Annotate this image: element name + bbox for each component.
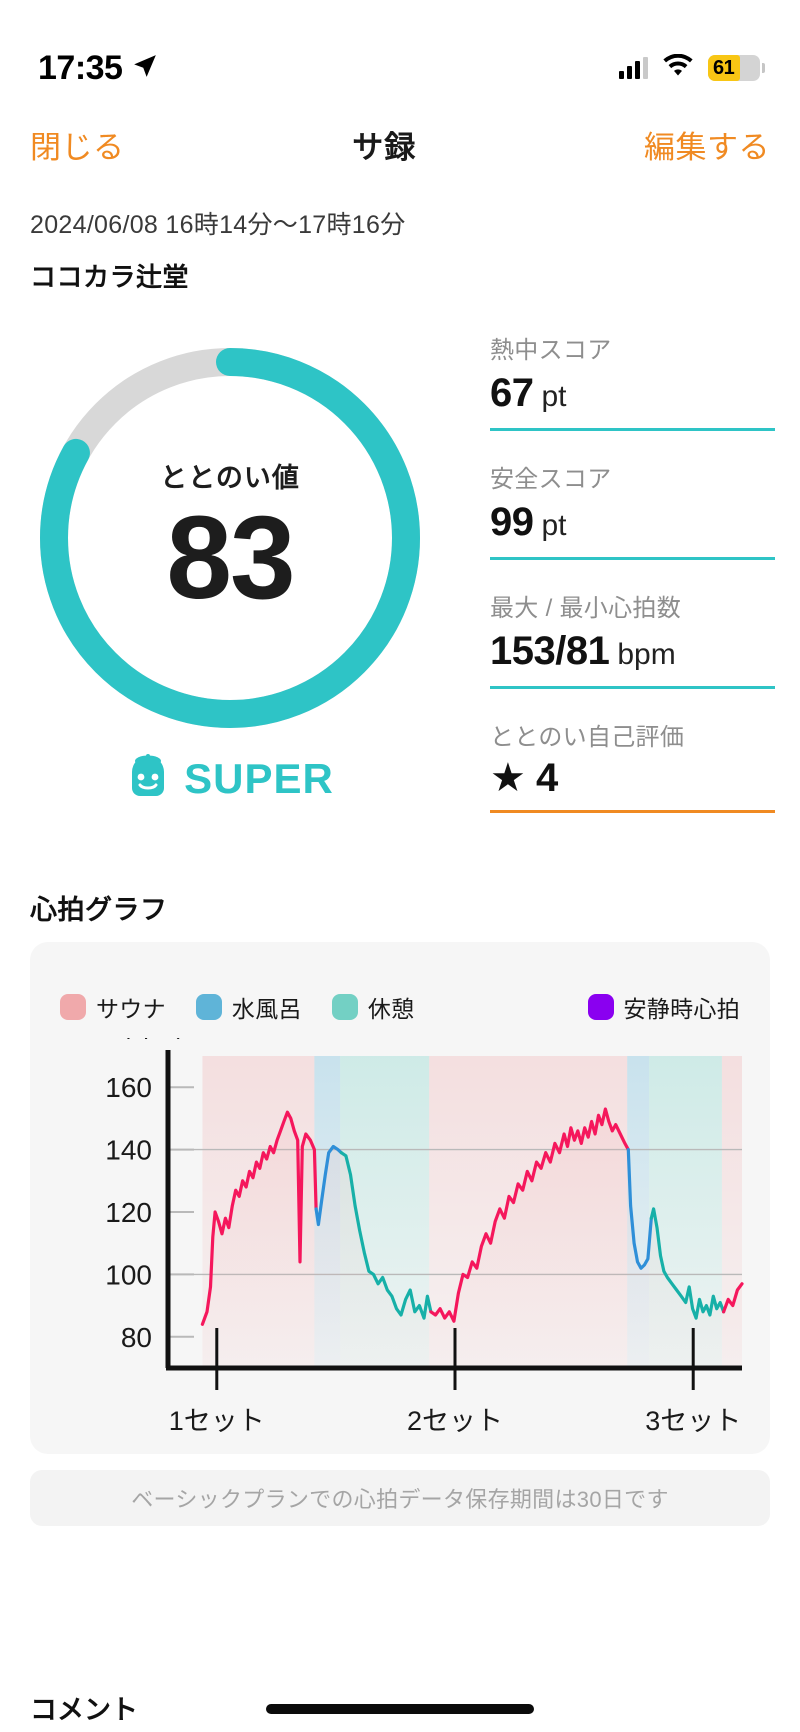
cellular-bars-icon [619, 57, 648, 79]
legend-label: 休憩 [367, 996, 415, 1022]
stat-number: 67 [490, 371, 534, 415]
legend-label: 水風呂 [231, 996, 302, 1022]
stat-self-rating[interactable]: ととのい自己評価 ★ 4 [490, 717, 775, 813]
stat-number: 99 [490, 500, 534, 544]
status-bar: 17:35 61 [0, 0, 800, 100]
stat-label: 最大 / 最小心拍数 [490, 595, 682, 622]
comment-section-title: コメント [30, 1695, 138, 1725]
stat-value-row: 153/81 bpm [490, 629, 775, 678]
legend-swatch [195, 994, 222, 1020]
score-ring-center: ととのい値 83 [30, 338, 430, 738]
app-screen: 17:35 61 閉じる サ録 編集する 2024/06/08 16時14分〜1… [0, 0, 800, 1732]
wifi-icon [662, 53, 694, 83]
edit-button[interactable]: 編集する [644, 122, 770, 167]
legend-item-sauna: サウナ [60, 990, 166, 1024]
status-bar-left: 17:35 [38, 49, 158, 88]
legend-label: 安静時心拍 [623, 996, 740, 1022]
battery-cap [762, 63, 765, 73]
legend-item-rest: 休憩 [331, 990, 415, 1024]
plan-retention-note: ベーシックプランでの心拍データ保存期間は30日です [30, 1470, 770, 1526]
sauna-character-icon [126, 752, 170, 805]
rank-badge-label: SUPER [184, 754, 334, 802]
stat-label: 安全スコア [490, 466, 612, 493]
chart-legend: サウナ 水風呂 休憩 安静時心拍 [60, 990, 740, 1024]
heart-rate-section-title: 心拍グラフ [30, 895, 168, 925]
stat-heat-score: 熱中スコア 67 pt [490, 330, 775, 431]
legend-swatch [587, 994, 614, 1020]
stat-number: 153/81 [490, 629, 610, 673]
status-bar-right: 61 [619, 53, 765, 83]
location-arrow-icon [132, 53, 158, 84]
svg-text:3セット: 3セット [645, 1406, 741, 1436]
stat-unit: pt [541, 380, 567, 413]
page-title: サ録 [352, 129, 417, 165]
navigation-bar: 閉じる サ録 編集する [0, 108, 800, 180]
legend-swatch [331, 994, 358, 1020]
stat-unit: bpm [617, 638, 676, 671]
stat-value-row: 67 pt [490, 371, 775, 420]
stat-value-row: ★ 4 [490, 758, 775, 802]
legend-item-resting-hr: 安静時心拍 [587, 990, 741, 1024]
svg-text:160: 160 [105, 1072, 152, 1103]
stat-list: 熱中スコア 67 pt 安全スコア 99 pt 最大 / 最小心拍数 153/8… [490, 330, 775, 813]
svg-text:2セット: 2セット [407, 1406, 503, 1436]
score-area: ととのい値 83 SUPER 熱中スコア 67 pt 安全スコア 99 pt 最… [0, 320, 800, 860]
svg-text:100: 100 [105, 1259, 152, 1290]
legend-label: サウナ [96, 996, 166, 1022]
session-meta: 2024/06/08 16時14分〜17時16分 ココカラ辻堂 [30, 205, 530, 294]
totonoi-score-ring: ととのい値 83 [30, 338, 430, 738]
stat-max-min-heart-rate: 最大 / 最小心拍数 153/81 bpm [490, 588, 775, 689]
battery-icon: 61 [708, 55, 765, 81]
svg-text:80: 80 [121, 1322, 152, 1353]
stat-label: 熱中スコア [490, 337, 612, 364]
svg-text:1セット: 1セット [169, 1406, 265, 1436]
stat-value-row: 99 pt [490, 500, 775, 549]
heart-rate-plot: 80 100 120 140 160 (bpm) 1セット 2セット 3セット [105, 1038, 744, 1436]
legend-swatch [60, 994, 86, 1020]
score-ring-value: 83 [166, 492, 295, 625]
score-ring-label: ととのい値 [160, 463, 300, 494]
stat-safety-score: 安全スコア 99 pt [490, 459, 775, 560]
legend-item-cold-bath: 水風呂 [195, 990, 302, 1024]
svg-text:(bpm): (bpm) [122, 1038, 185, 1040]
star-rating-value: ★ 4 [490, 756, 558, 800]
close-button[interactable]: 閉じる [30, 122, 125, 167]
rank-badge: SUPER [30, 752, 430, 805]
home-indicator[interactable] [266, 1704, 534, 1714]
session-datetime: 2024/06/08 16時14分〜17時16分 [30, 211, 406, 239]
heart-rate-chart-card: サウナ 水風呂 休憩 安静時心拍 80 100 120 140 160 (bpm) 1セット… [30, 942, 770, 1454]
svg-text:140: 140 [105, 1135, 152, 1166]
status-time: 17:35 [38, 48, 123, 87]
svg-text:120: 120 [105, 1197, 152, 1228]
stat-unit: pt [541, 509, 567, 542]
session-place: ココカラ辻堂 [30, 262, 190, 292]
battery-percent: 61 [713, 56, 735, 79]
stat-label: ととのい自己評価 [490, 724, 685, 751]
